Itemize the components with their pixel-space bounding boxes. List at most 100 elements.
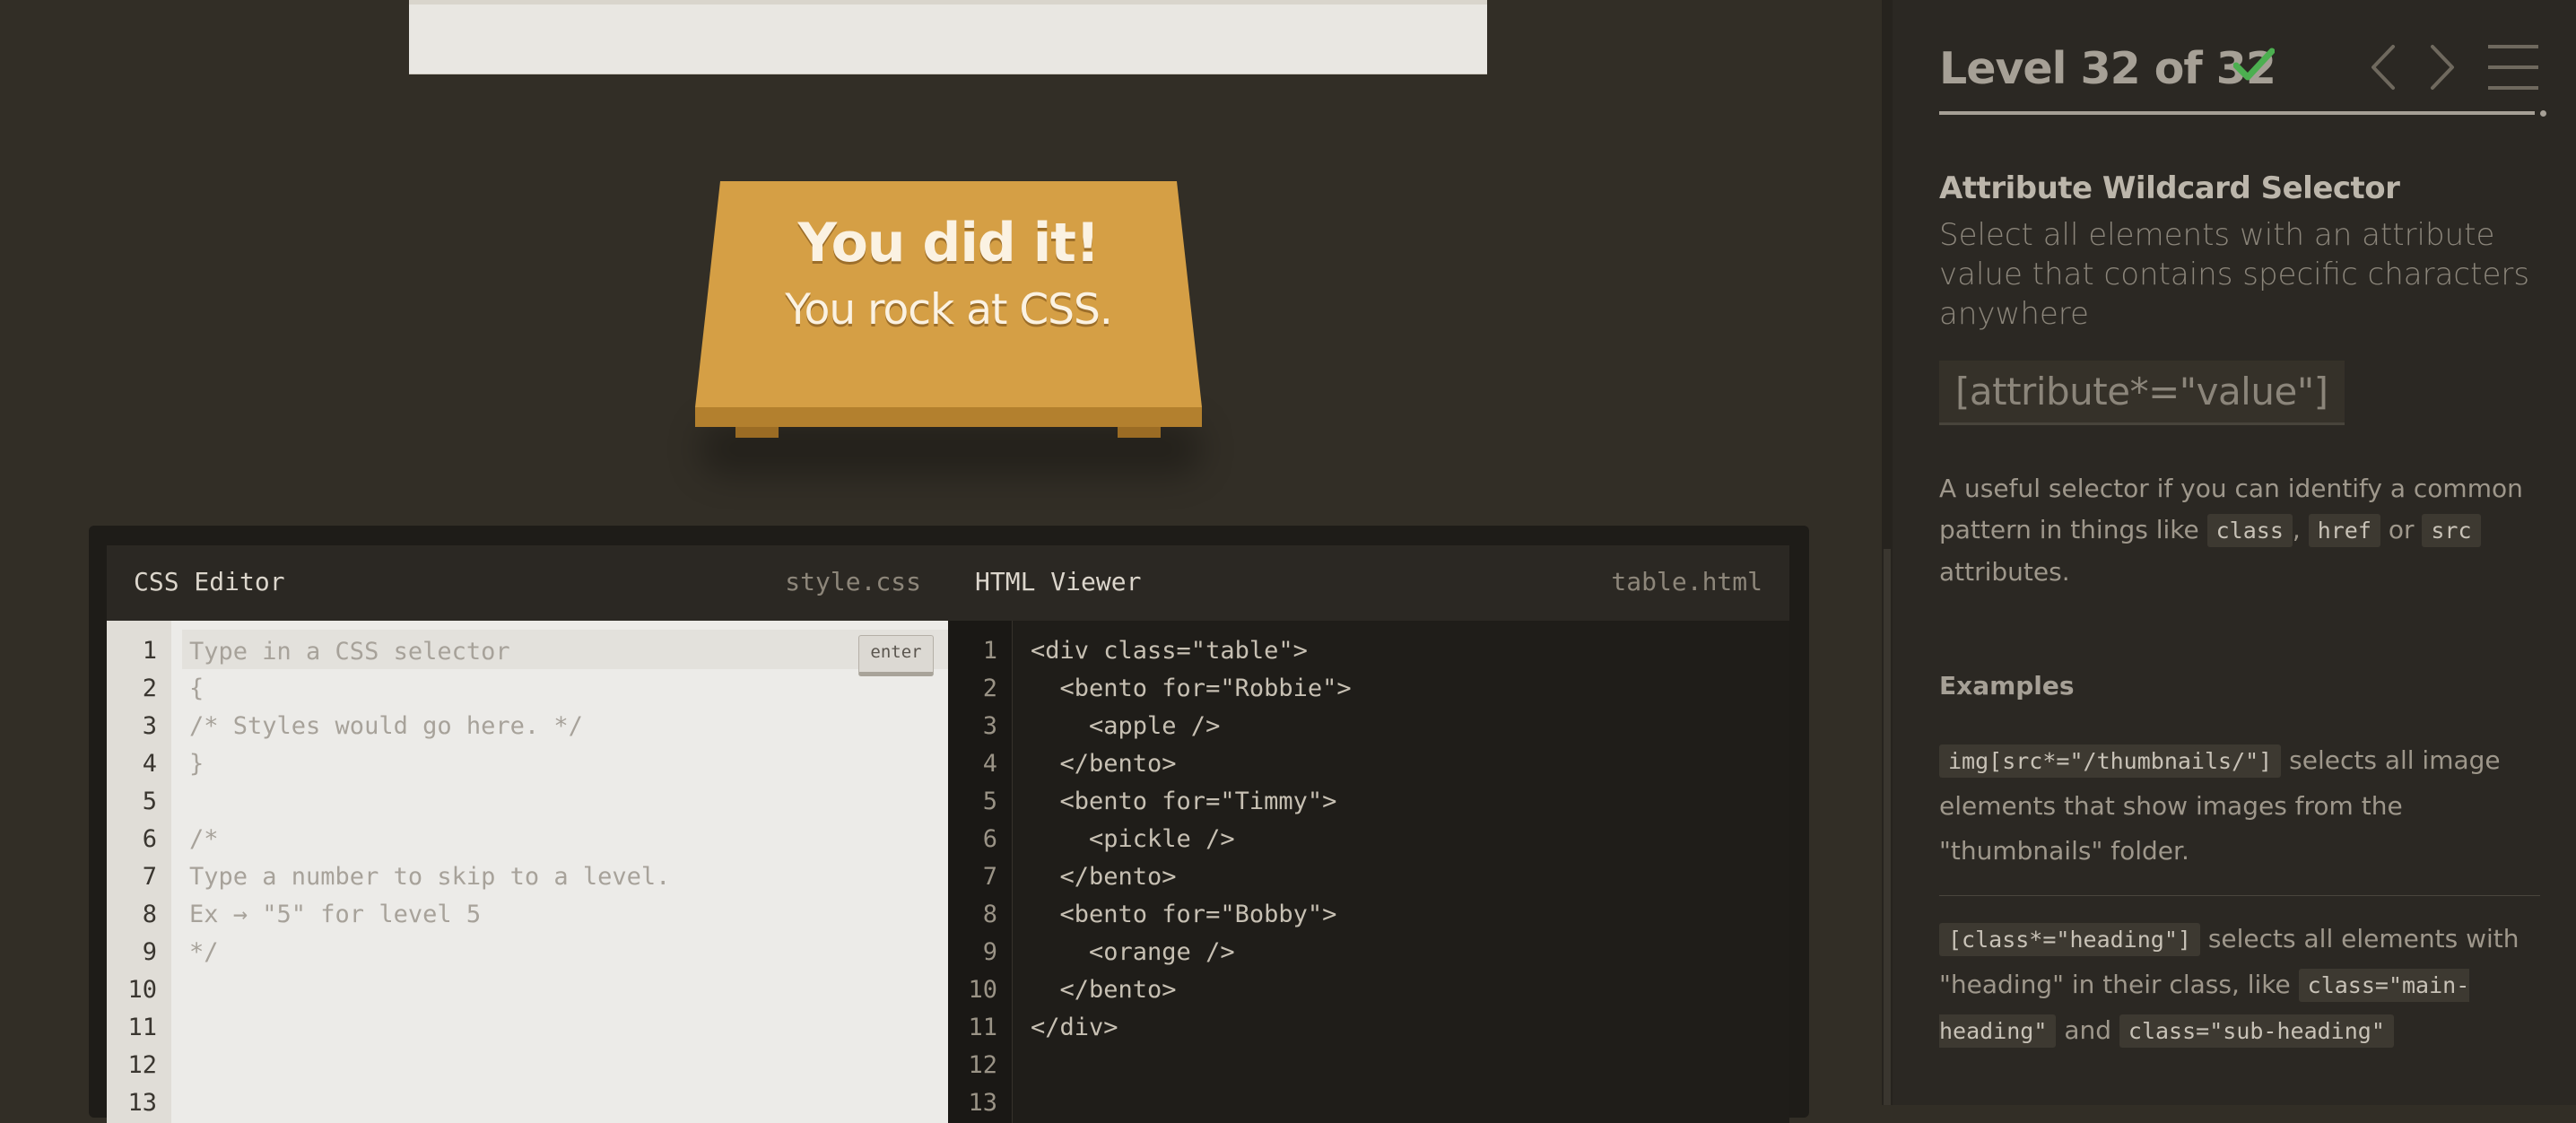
line-number: 4	[982, 750, 997, 778]
html-viewer-pane: HTML Viewer table.html 1 2 3 4 5 6 7 8 9 10 11 12 13…	[948, 545, 1789, 1123]
enter-button[interactable]: enter	[858, 635, 934, 676]
code-line: }	[189, 750, 205, 778]
line-number: 7	[982, 863, 997, 891]
line-number: 13	[968, 1089, 997, 1117]
examples-title: Examples	[1939, 671, 2075, 701]
code-line: <bento for="Robbie">	[1031, 675, 1352, 702]
game-area: You did it! You rock at CSS. CSS Editor …	[0, 0, 1882, 1123]
instruction-paper	[409, 0, 1487, 74]
chevron-right-icon[interactable]	[2424, 43, 2459, 91]
line-number: 7	[142, 863, 157, 891]
code-line: Ex → "5" for level 5	[189, 901, 482, 928]
code-line: Type a number to skip to a level.	[189, 863, 671, 891]
example-text: and	[2056, 1015, 2119, 1045]
example-code: class="sub-heading"	[2119, 1014, 2394, 1048]
win-subtitle: You rock at CSS.	[785, 285, 1113, 335]
code-line: <pickle />	[1031, 825, 1235, 853]
line-number: 11	[968, 1014, 997, 1041]
code-line: {	[189, 675, 205, 702]
sidebar: Level 32 of 32 Attribute Wildcard Select…	[1893, 0, 2576, 1105]
css-editor-body: 12345678910111213 {/* Styles would go he…	[107, 621, 961, 1123]
code-line: <bento for="Bobby">	[1031, 901, 1337, 928]
css-editor-filename: style.css	[785, 567, 921, 596]
code-line: <apple />	[1031, 712, 1221, 740]
line-number: 6	[982, 825, 997, 853]
example-item: img[src*="/thumbnails/"] selects all ima…	[1939, 738, 2549, 874]
chevron-left-icon[interactable]	[2366, 43, 2402, 91]
code-line: <orange />	[1031, 938, 1235, 966]
code-line: <div class="table">	[1031, 637, 1308, 665]
win-title: You did it!	[797, 212, 1101, 274]
css-editor-title: CSS Editor	[134, 567, 285, 596]
line-number: 9	[142, 938, 157, 966]
line-number: 2	[142, 675, 157, 702]
line-number: 10	[968, 976, 997, 1004]
line-number: 3	[982, 712, 997, 740]
code-line: </bento>	[1031, 750, 1177, 778]
selector-name: Attribute Wildcard Selector	[1939, 170, 2400, 206]
progress-bar	[1939, 111, 2535, 115]
code-line: <bento for="Timmy">	[1031, 788, 1337, 815]
level-title: Level 32 of 32	[1939, 43, 2276, 94]
code-line: */	[189, 938, 219, 966]
table-leg-right	[1118, 427, 1161, 438]
code-line: </bento>	[1031, 863, 1177, 891]
css-line-numbers: 1 2 3 4 5 6 7 8 9 10 11 12 13	[107, 621, 171, 1123]
code-line: /* Styles would go here. */	[189, 712, 583, 740]
table-leg-left	[735, 427, 779, 438]
line-number: 3	[142, 712, 157, 740]
line-number: 10	[127, 976, 157, 1004]
example-item: [class*="heading"] selects all elements …	[1939, 917, 2549, 1054]
example-divider	[1939, 895, 2540, 896]
line-number: 1	[142, 637, 157, 665]
line-number: 8	[982, 901, 997, 928]
html-viewer-body: 1 2 3 4 5 6 7 8 9 10 11 12 13 <div class="table"> <b…	[948, 621, 1789, 1123]
check-icon	[2233, 48, 2275, 81]
line-number: 12	[968, 1051, 997, 1079]
hint-text: attributes.	[1939, 557, 2070, 587]
line-number: 9	[982, 938, 997, 966]
code-line: </div>	[1031, 1014, 1118, 1041]
example-code: [class*="heading"]	[1939, 923, 2200, 956]
html-viewer-title: HTML Viewer	[975, 567, 1142, 596]
html-line-numbers: 1 2 3 4 5 6 7 8 9 10 11 12 13	[948, 621, 1013, 1123]
line-number: 8	[142, 901, 157, 928]
selector-description: Select all elements with an attribute va…	[1939, 217, 2530, 332]
code-line: </bento>	[1031, 976, 1177, 1004]
scrollbar-thumb[interactable]	[1884, 549, 1891, 1105]
html-code: <div class="table"> <bento for="Robbie">…	[1031, 632, 1352, 1122]
line-number: 12	[127, 1051, 157, 1079]
css-code: { /* Styles would go here. */} /* Type a nu…	[189, 632, 670, 1122]
selector-syntax: [attribute*="value"]	[1939, 361, 2345, 425]
code-src: src	[2422, 514, 2481, 547]
code-line: /*	[189, 825, 219, 853]
code-href: href	[2308, 514, 2380, 547]
code-class: class	[2206, 514, 2293, 547]
menu-icon[interactable]	[2486, 43, 2540, 91]
line-number: 1	[982, 637, 997, 665]
line-number: 2	[982, 675, 997, 702]
css-editor-pane: CSS Editor style.css 12345678910111213 {…	[107, 545, 961, 1123]
line-number: 5	[142, 788, 157, 815]
line-number: 4	[142, 750, 157, 778]
line-number: 5	[982, 788, 997, 815]
line-number: 13	[127, 1089, 157, 1117]
table-edge	[695, 407, 1202, 427]
html-viewer-filename: table.html	[1611, 567, 1762, 596]
css-editor-header: CSS Editor style.css	[107, 545, 948, 621]
example-code: img[src*="/thumbnails/"]	[1939, 744, 2282, 778]
line-number: 6	[142, 825, 157, 853]
hint-separator: or	[2380, 515, 2423, 544]
progress-dot	[2540, 110, 2546, 117]
html-viewer-header: HTML Viewer table.html	[948, 545, 1789, 621]
selector-hint: A useful selector if you can identify a …	[1939, 468, 2549, 593]
line-number: 11	[127, 1014, 157, 1041]
